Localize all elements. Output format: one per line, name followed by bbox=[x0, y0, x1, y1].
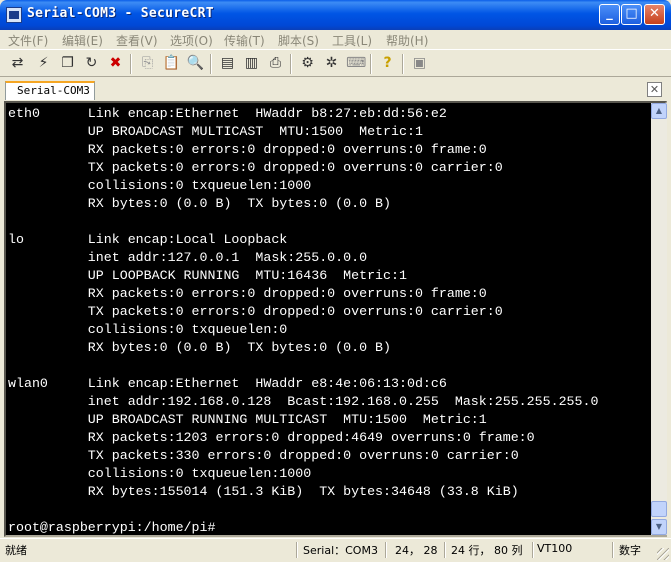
app-icon[interactable] bbox=[6, 7, 22, 23]
disconnect-icon[interactable]: ✖ bbox=[106, 54, 125, 73]
print-screen-icon[interactable]: ▤ bbox=[218, 54, 237, 73]
toolbar-separator bbox=[290, 54, 292, 74]
menu-view[interactable]: 查看(V) bbox=[116, 32, 158, 49]
toolbar: ⇄ ⚡ ❐ ↻ ✖ ⎘ 📋 🔍 ▤ ▥ ⎙ ⚙ ✲ ⌨ ? ▣ bbox=[0, 49, 671, 77]
toolbar-separator bbox=[370, 54, 372, 74]
menu-edit[interactable]: 编辑(E) bbox=[62, 32, 103, 49]
terminal-prompt: root@raspberrypi:/home/pi# bbox=[8, 520, 216, 535]
help-icon[interactable]: ? bbox=[378, 54, 397, 73]
session-options-icon[interactable]: ⚙ bbox=[298, 54, 317, 73]
terminal-line: collisions:0 txqueuelen:1000 bbox=[8, 178, 312, 193]
status-separator bbox=[296, 542, 298, 558]
terminal-line: inet addr:192.168.0.128 Bcast:192.168.0.… bbox=[8, 394, 599, 409]
tab-label: Serial-COM3 bbox=[17, 84, 90, 97]
global-options-icon[interactable]: ✲ bbox=[322, 54, 341, 73]
tab-strip: Serial-COM3 ✕ bbox=[0, 79, 671, 101]
title-bar: Serial-COM3 - SecureCRT _ □ ✕ bbox=[0, 0, 671, 30]
menu-options[interactable]: 选项(O) bbox=[170, 32, 213, 49]
menu-help[interactable]: 帮助(H) bbox=[386, 32, 428, 49]
terminal-line: collisions:0 txqueuelen:1000 bbox=[8, 466, 312, 481]
terminal-output[interactable]: eth0 Link encap:Ethernet HWaddr b8:27:eb… bbox=[6, 103, 651, 535]
status-terminal-size: 24 行， 80 列 bbox=[451, 544, 523, 557]
paste-icon[interactable]: 📋 bbox=[162, 54, 181, 73]
find-icon[interactable]: 🔍 bbox=[186, 54, 205, 73]
scroll-up-icon[interactable]: ▲ bbox=[651, 103, 667, 119]
quick-connect-icon[interactable]: ⚡ bbox=[34, 54, 53, 73]
terminal-line: TX packets:0 errors:0 dropped:0 overruns… bbox=[8, 160, 503, 175]
terminal-line: RX packets:0 errors:0 dropped:0 overruns… bbox=[8, 142, 487, 157]
print-selection-icon[interactable]: ▥ bbox=[242, 54, 261, 73]
scroll-thumb[interactable] bbox=[651, 501, 667, 517]
status-bar: 就绪 Serial：COM3 24， 28 24 行， 80 列 VT100 数… bbox=[0, 538, 671, 562]
status-separator bbox=[385, 542, 387, 558]
sftp-icon[interactable]: ▣ bbox=[410, 54, 429, 73]
terminal-line: UP BROADCAST RUNNING MULTICAST MTU:1500 … bbox=[8, 412, 487, 427]
status-ready: 就绪 bbox=[5, 544, 27, 557]
terminal-line: eth0 Link encap:Ethernet HWaddr b8:27:eb… bbox=[8, 106, 447, 121]
toolbar-separator bbox=[130, 54, 132, 74]
terminal-line: UP BROADCAST MULTICAST MTU:1500 Metric:1 bbox=[8, 124, 423, 139]
close-tab-icon[interactable]: ✕ bbox=[647, 82, 662, 97]
toolbar-separator bbox=[210, 54, 212, 74]
connect-in-tab-icon[interactable]: ❐ bbox=[58, 54, 77, 73]
terminal-line: RX bytes:0 (0.0 B) TX bytes:0 (0.0 B) bbox=[8, 196, 392, 211]
terminal-line: TX packets:0 errors:0 dropped:0 overruns… bbox=[8, 304, 503, 319]
terminal-line: lo Link encap:Local Loopback bbox=[8, 232, 288, 247]
keymap-icon[interactable]: ⌨ bbox=[346, 54, 366, 73]
connect-icon[interactable]: ⇄ bbox=[8, 54, 27, 73]
menu-tools[interactable]: 工具(L) bbox=[332, 32, 372, 49]
status-separator bbox=[444, 542, 446, 558]
menu-transfer[interactable]: 传输(T) bbox=[224, 32, 265, 49]
print-icon[interactable]: ⎙ bbox=[266, 54, 285, 73]
reconnect-icon[interactable]: ↻ bbox=[82, 54, 101, 73]
close-button[interactable]: ✕ bbox=[644, 4, 665, 25]
scroll-down-icon[interactable]: ▼ bbox=[651, 519, 667, 535]
status-separator bbox=[532, 542, 534, 558]
window-title: Serial-COM3 - SecureCRT bbox=[27, 6, 214, 21]
copy-icon[interactable]: ⎘ bbox=[138, 54, 157, 73]
status-session: Serial：COM3 bbox=[303, 544, 378, 557]
terminal-line: TX packets:330 errors:0 dropped:0 overru… bbox=[8, 448, 519, 463]
terminal-line: RX bytes:0 (0.0 B) TX bytes:0 (0.0 B) bbox=[8, 340, 392, 355]
terminal-line: RX bytes:155014 (151.3 KiB) TX bytes:346… bbox=[8, 484, 519, 499]
minimize-button[interactable]: _ bbox=[599, 4, 620, 25]
terminal-line: RX packets:0 errors:0 dropped:0 overruns… bbox=[8, 286, 487, 301]
status-separator bbox=[612, 542, 614, 558]
maximize-button[interactable]: □ bbox=[621, 4, 642, 25]
status-cursor-position: 24， 28 bbox=[395, 544, 438, 557]
tab-serial-com3[interactable]: Serial-COM3 bbox=[5, 81, 95, 100]
resize-grip[interactable] bbox=[657, 548, 669, 560]
status-numlock: 数字 bbox=[619, 544, 641, 557]
vertical-scrollbar[interactable]: ▲ ▼ bbox=[651, 103, 667, 535]
menu-script[interactable]: 脚本(S) bbox=[278, 32, 319, 49]
terminal-line: collisions:0 txqueuelen:0 bbox=[8, 322, 288, 337]
terminal-line: inet addr:127.0.0.1 Mask:255.0.0.0 bbox=[8, 250, 368, 265]
terminal-line: UP LOOPBACK RUNNING MTU:16436 Metric:1 bbox=[8, 268, 407, 283]
terminal-line: RX packets:1203 errors:0 dropped:4649 ov… bbox=[8, 430, 535, 445]
terminal-line: wlan0 Link encap:Ethernet HWaddr e8:4e:0… bbox=[8, 376, 447, 391]
terminal-frame: eth0 Link encap:Ethernet HWaddr b8:27:eb… bbox=[4, 101, 667, 537]
menu-file[interactable]: 文件(F) bbox=[8, 32, 48, 49]
menu-bar: 文件(F) 编辑(E) 查看(V) 选项(O) 传输(T) 脚本(S) 工具(L… bbox=[0, 30, 671, 49]
status-terminal-type: VT100 bbox=[537, 542, 573, 555]
toolbar-separator bbox=[402, 54, 404, 74]
